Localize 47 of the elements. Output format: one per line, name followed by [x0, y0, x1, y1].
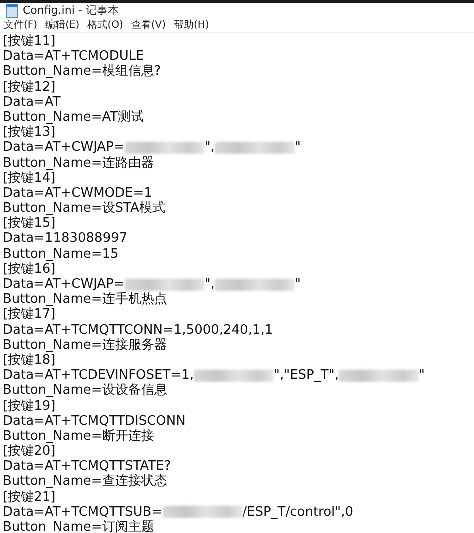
text-line: Data=AT+TCMODULE [3, 49, 144, 64]
text-line: Data=AT [3, 94, 61, 110]
text-line: Button_Name=AT测试 [3, 110, 144, 126]
text-line: Button_Name=设STA模式 [3, 201, 166, 216]
text-line: " [418, 368, 425, 384]
text-line: Button_Name=15 [3, 246, 119, 262]
text-line: ", [204, 140, 215, 156]
text-line: Data=AT+TCMQTTDISCONN [3, 414, 186, 429]
menu-item[interactable]: 文件(F) [4, 18, 38, 32]
text-line: Button_Name=查连接状态 [3, 474, 168, 490]
notepad-icon [6, 4, 18, 18]
text-line: [按键19] [3, 398, 56, 414]
text-line: Button_Name=连接服务器 [3, 338, 168, 353]
text-line: ","ESP_T", [274, 368, 339, 384]
text-line: [按键15] [3, 216, 56, 232]
text-line: Data=AT+CWJAP= [3, 140, 125, 156]
text-line: [按键18] [3, 352, 56, 368]
text-line: [按键16] [3, 262, 56, 278]
text-line: Data=AT+TCDEVINFOSET=1, [3, 368, 194, 384]
text-line: Button_Name=连手机热点 [3, 292, 168, 308]
text-line: [按键12] [3, 80, 56, 95]
text-line: Data=AT+TCMQTTSUB= [3, 504, 163, 520]
text-line: /ESP_T/control",0 [242, 504, 354, 520]
text-line: Data=AT+TCMQTTSTATE? [3, 459, 172, 474]
text-line: Button_Name=断开连接 [3, 428, 154, 444]
text-line: Data=AT+CWMODE=1 [3, 186, 152, 201]
window-title: Config.ini - 记事本 [23, 3, 119, 18]
text-line: [按键17] [3, 307, 56, 323]
text-line: Data=AT+TCMQTTCONN=1,5000,240,1,1 [3, 322, 274, 338]
text-line: [按键14] [3, 170, 56, 186]
menu-item[interactable]: 编辑(E) [46, 18, 80, 32]
text-line: Data=AT+CWJAP= [3, 277, 125, 292]
text-line: Button_Name=连路由器 [3, 156, 154, 171]
menu-item[interactable]: 查看(V) [131, 18, 166, 32]
text-line: [按键13] [3, 125, 56, 140]
text-line: ", [204, 277, 215, 292]
text-line: Button_Name=订阅主题 [3, 520, 154, 533]
text-line: [按键11] [3, 34, 56, 50]
text-line: [按键21] [3, 490, 56, 505]
menu-item[interactable]: 帮助(H) [174, 18, 210, 32]
text-line: Data=1183088997 [3, 231, 128, 247]
menu-item[interactable]: 格式(O) [88, 18, 124, 32]
text-line: Button_Name=设设备信息 [3, 383, 168, 399]
text-line: Button_Name=模组信息? [3, 64, 162, 80]
text-line: " [294, 140, 301, 156]
text-line: [按键20] [3, 444, 56, 460]
text-line: " [294, 277, 301, 292]
